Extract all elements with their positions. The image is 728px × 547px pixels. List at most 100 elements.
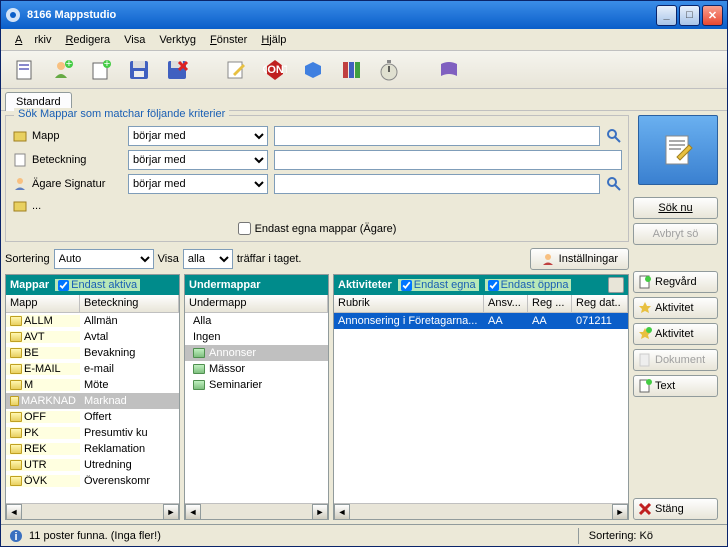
svg-text:+: +: [66, 58, 72, 70]
table-row[interactable]: MMöte: [6, 377, 179, 393]
scroll-left-icon[interactable]: ◄: [334, 504, 350, 520]
svg-text:KONT: KONT: [263, 64, 287, 76]
checkbox-endast-egna-mappar[interactable]: [238, 222, 251, 235]
mappar-list[interactable]: ALLMAllmänAVTAvtalBEBevakningE-MAILe-mai…: [6, 313, 179, 503]
list-item[interactable]: Alla: [185, 313, 328, 329]
maximize-button[interactable]: □: [679, 5, 700, 26]
search-criteria-box: Sök Mappar som matchar följande kriterie…: [5, 115, 629, 242]
menu-visa[interactable]: Visa: [118, 32, 151, 48]
table-row[interactable]: BEBevakning: [6, 345, 179, 361]
list-item[interactable]: Annonser: [185, 345, 328, 361]
table-row[interactable]: Annonsering i Företagarna...AAAA071211: [334, 313, 628, 329]
panel-undermappar: Undermappar Undermapp AllaIngenAnnonserM…: [184, 274, 329, 520]
select-agare-op[interactable]: börjar med: [128, 174, 268, 194]
more-icon[interactable]: [12, 198, 28, 214]
select-beteckning-op[interactable]: börjar med: [128, 150, 268, 170]
col-rubrik[interactable]: Rubrik: [334, 295, 484, 312]
search-legend: Sök Mappar som matchar följande kriterie…: [14, 108, 229, 120]
star-green-icon: [638, 327, 652, 341]
menu-hjalp[interactable]: Hjälp: [255, 32, 292, 48]
tool-kont-icon[interactable]: KONT: [261, 56, 289, 84]
tool-new-icon[interactable]: [11, 56, 39, 84]
col-regdat[interactable]: Reg dat..: [572, 295, 628, 312]
tool-delete-icon[interactable]: [163, 56, 191, 84]
table-row[interactable]: ALLMAllmän: [6, 313, 179, 329]
dokument-button[interactable]: Dokument: [633, 349, 718, 371]
scroll-left-icon[interactable]: ◄: [6, 504, 22, 520]
table-row[interactable]: E-MAILe-mail: [6, 361, 179, 377]
text-button[interactable]: Text: [633, 375, 718, 397]
table-row[interactable]: REKReklamation: [6, 441, 179, 457]
scroll-right-icon[interactable]: ►: [163, 504, 179, 520]
tool-stopwatch-icon[interactable]: [375, 56, 403, 84]
menu-redigera[interactable]: Redigera: [59, 32, 116, 48]
scroll-right-icon[interactable]: ►: [612, 504, 628, 520]
svg-text:+: +: [104, 58, 110, 70]
close-icon: [638, 502, 652, 516]
input-beteckning[interactable]: [274, 150, 622, 170]
avbryt-button[interactable]: Avbryt sö: [633, 223, 718, 245]
table-row[interactable]: OFFOffert: [6, 409, 179, 425]
doc-icon: [638, 275, 652, 289]
select-visa[interactable]: alla: [183, 249, 233, 269]
aktiviteter-list[interactable]: Annonsering i Företagarna...AAAA071211: [334, 313, 628, 503]
close-button[interactable]: ✕: [702, 5, 723, 26]
col-reg[interactable]: Reg ...: [528, 295, 572, 312]
input-mapp[interactable]: [274, 126, 600, 146]
table-row[interactable]: AVTAvtal: [6, 329, 179, 345]
col-beteckning[interactable]: Beteckning: [80, 295, 179, 312]
checkbox-endast-aktiva[interactable]: [58, 280, 69, 291]
list-item[interactable]: Mässor: [185, 361, 328, 377]
list-item[interactable]: Seminarier: [185, 377, 328, 393]
label-sortering: Sortering: [5, 253, 50, 265]
installningar-button[interactable]: Inställningar: [530, 248, 629, 270]
label-endast-egna-mappar: Endast egna mappar (Ägare): [255, 223, 397, 235]
label-traffar: träffar i taget.: [237, 253, 302, 265]
tool-save-icon[interactable]: [125, 56, 153, 84]
tool-edit-icon[interactable]: [223, 56, 251, 84]
checkbox-endast-oppna[interactable]: [488, 280, 499, 291]
search-icon[interactable]: [606, 128, 622, 144]
select-sortering[interactable]: Auto: [54, 249, 154, 269]
undermappar-list[interactable]: AllaIngenAnnonserMässorSeminarier: [185, 313, 328, 503]
tool-books-icon[interactable]: [337, 56, 365, 84]
scroll-left-icon[interactable]: ◄: [185, 504, 201, 520]
minimize-button[interactable]: _: [656, 5, 677, 26]
tool-tag-icon[interactable]: [299, 56, 327, 84]
table-row[interactable]: MARKNADMarknad: [6, 393, 179, 409]
scroll-right-icon[interactable]: ►: [312, 504, 328, 520]
search-icon[interactable]: [606, 176, 622, 192]
statusbar: i 11 poster funna. (Inga fler!) Sorterin…: [1, 524, 727, 546]
col-mapp[interactable]: Mapp: [6, 295, 80, 312]
titlebar: 8166 Mappstudio _ □ ✕: [1, 1, 727, 29]
tool-help-icon[interactable]: [435, 56, 463, 84]
menu-fonster[interactable]: Fönster: [204, 32, 253, 48]
menu-arkiv[interactable]: Arkiv: [9, 32, 57, 48]
select-mapp-op[interactable]: börjar med: [128, 126, 268, 146]
aktivitet-button[interactable]: Aktivitet: [633, 297, 718, 319]
table-row[interactable]: PKPresumtiv ku: [6, 425, 179, 441]
sok-nu-button[interactable]: Sök nu: [633, 197, 718, 219]
notepad-icon: [638, 115, 718, 185]
stang-button[interactable]: Stäng: [633, 498, 718, 520]
aktivitet2-button[interactable]: Aktivitet: [633, 323, 718, 345]
list-item[interactable]: Ingen: [185, 329, 328, 345]
table-row[interactable]: UTRUtredning: [6, 457, 179, 473]
tool-add-user-icon[interactable]: +: [49, 56, 77, 84]
svg-text:i: i: [14, 531, 17, 543]
user-icon: [541, 252, 555, 266]
label-dots: ...: [32, 200, 41, 212]
menu-verktyg[interactable]: Verktyg: [153, 32, 202, 48]
menubar: Arkiv Redigera Visa Verktyg Fönster Hjäl…: [1, 29, 727, 51]
regvard-button[interactable]: Regvård: [633, 271, 718, 293]
tool-add-doc-icon[interactable]: +: [87, 56, 115, 84]
table-row[interactable]: ÖVKÖverenskomr: [6, 473, 179, 489]
doc-icon: [638, 353, 652, 367]
status-message: 11 poster funna. (Inga fler!): [29, 530, 161, 542]
input-agare[interactable]: [274, 174, 600, 194]
checkbox-endast-egna[interactable]: [401, 280, 412, 291]
col-ansv[interactable]: Ansv...: [484, 295, 528, 312]
col-undermapp[interactable]: Undermapp: [185, 295, 328, 312]
label-mapp: Mapp: [32, 130, 60, 142]
gear-icon[interactable]: [608, 277, 624, 293]
